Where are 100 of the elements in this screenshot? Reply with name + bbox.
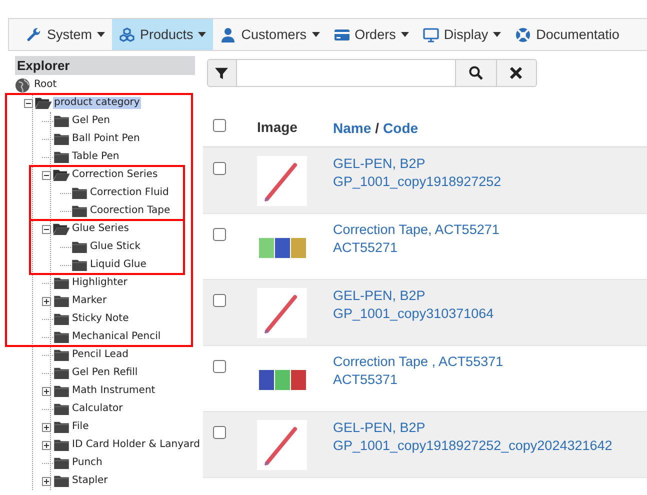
open-folder-icon (53, 169, 70, 181)
tree-item[interactable]: Table Pen (71, 151, 120, 163)
collapse-icon[interactable] (42, 170, 51, 180)
tree-item[interactable]: Stapler (71, 475, 109, 487)
pen-drawing (257, 156, 307, 206)
menu-item[interactable]: Customers (213, 19, 327, 50)
sort-link[interactable]: Code (383, 120, 418, 136)
product-name-link[interactable]: Correction Tape, ACT55271 (333, 222, 500, 237)
open-folder-icon (35, 97, 52, 109)
wrench-icon (26, 26, 42, 42)
pen-drawing (257, 420, 307, 470)
collapse-icon[interactable] (24, 98, 33, 108)
open-folder-icon (53, 223, 70, 235)
folder-icon (53, 313, 70, 325)
row-checkbox[interactable] (213, 360, 226, 373)
tree-item[interactable]: Punch (71, 457, 104, 469)
user-icon (220, 26, 236, 42)
menu-item[interactable]: System (19, 19, 112, 50)
tree-item[interactable]: Marker (71, 295, 108, 307)
folder-icon (53, 385, 70, 397)
row-checkbox[interactable] (213, 162, 226, 175)
tree-item[interactable]: ID Card Holder & Lanyard (71, 439, 201, 451)
folder-icon (71, 259, 88, 271)
tree-item[interactable]: Sticky Note (71, 313, 130, 325)
tree-item[interactable]: Correction Fluid (89, 187, 170, 199)
tree-item[interactable]: Gel Pen Refill (71, 367, 139, 379)
row-checkbox[interactable] (213, 294, 226, 307)
help-icon (515, 26, 532, 42)
folder-icon (53, 151, 70, 163)
filter-icon (215, 66, 228, 80)
expand-icon[interactable] (42, 296, 51, 306)
menu-item[interactable]: Products (112, 19, 214, 50)
product-code-link[interactable]: GP_1001_copy1918927252_copy2024321642 (333, 438, 612, 453)
tree-item[interactable]: Coorection Tape (89, 205, 172, 217)
folder-icon (53, 439, 70, 451)
separator-text: / (375, 120, 380, 136)
folder-icon (53, 277, 70, 289)
tree-item[interactable]: Glue Series (71, 223, 130, 235)
expand-icon[interactable] (42, 440, 51, 450)
tree-item[interactable]: Liquid Glue (89, 259, 148, 271)
tree-item[interactable]: Highlighter (71, 277, 128, 289)
close-icon (509, 66, 524, 80)
tree-item[interactable]: Calculator (71, 403, 124, 415)
product-name-link[interactable]: GEL-PEN, B2P (333, 156, 502, 171)
search-field[interactable] (236, 59, 456, 87)
caret-icon (97, 32, 106, 37)
monitor-icon (422, 26, 439, 42)
tree-item[interactable]: product category (53, 97, 141, 109)
tree-item[interactable]: Math Instrument (71, 385, 156, 397)
product-code-link[interactable]: GP_1001_copy310371064 (333, 306, 494, 321)
cubes-icon (119, 26, 136, 42)
expand-icon[interactable] (42, 422, 51, 432)
select-all-checkbox[interactable] (213, 119, 226, 132)
folder-icon (53, 475, 70, 487)
caret-icon (312, 32, 320, 37)
folder-icon (53, 115, 70, 127)
search-button[interactable] (456, 59, 497, 87)
credit-card-icon (334, 26, 350, 42)
folder-icon (53, 457, 70, 469)
folder-icon (53, 349, 70, 361)
caret-icon (198, 32, 206, 37)
tree-item[interactable]: Correction Series (71, 169, 159, 181)
expand-icon[interactable] (42, 386, 51, 396)
expand-icon[interactable] (42, 476, 51, 486)
folder-icon (53, 331, 70, 343)
tree-item[interactable]: Glue Stick (89, 241, 142, 253)
tree-item[interactable]: File (71, 421, 90, 433)
caret-icon (400, 32, 409, 37)
product-name-link[interactable]: GEL-PEN, B2P (333, 288, 494, 303)
tree-item[interactable]: Ball Point Pen (71, 133, 141, 145)
folder-icon (53, 133, 70, 145)
filter-button[interactable] (207, 59, 237, 87)
tree-item[interactable]: Root (33, 78, 58, 92)
folder-icon (71, 205, 88, 217)
folder-icon (53, 421, 70, 433)
tree-item[interactable]: Gel Pen (71, 115, 112, 127)
folder-icon (71, 241, 88, 253)
tree-item[interactable]: Pencil Lead (71, 349, 130, 361)
menu-item[interactable]: Documentatio (508, 19, 626, 50)
row-checkbox[interactable] (213, 426, 226, 439)
folder-icon (53, 367, 70, 379)
product-code-link[interactable]: GP_1001_copy1918927252 (333, 174, 502, 189)
folder-icon (71, 187, 88, 199)
menu-item[interactable]: Orders (326, 19, 416, 50)
globe-icon (15, 78, 30, 92)
product-name-link[interactable]: GEL-PEN, B2P (333, 420, 612, 435)
product-name-link[interactable]: Correction Tape , ACT55371 (333, 354, 504, 369)
menu-item[interactable]: Display (416, 19, 508, 50)
explorer-header: Explorer (15, 56, 195, 75)
column-header: Image (257, 119, 298, 135)
tree-item[interactable]: Mechanical Pencil (71, 331, 162, 343)
sort-link[interactable]: Name (333, 120, 372, 136)
clear-button[interactable] (496, 59, 538, 87)
caret-icon (493, 32, 502, 37)
row-checkbox[interactable] (213, 228, 226, 241)
search-icon (468, 66, 483, 80)
folder-icon (53, 403, 70, 415)
collapse-icon[interactable] (42, 224, 51, 234)
product-code-link[interactable]: ACT55371 (333, 372, 504, 387)
product-code-link[interactable]: ACT55271 (333, 240, 500, 255)
